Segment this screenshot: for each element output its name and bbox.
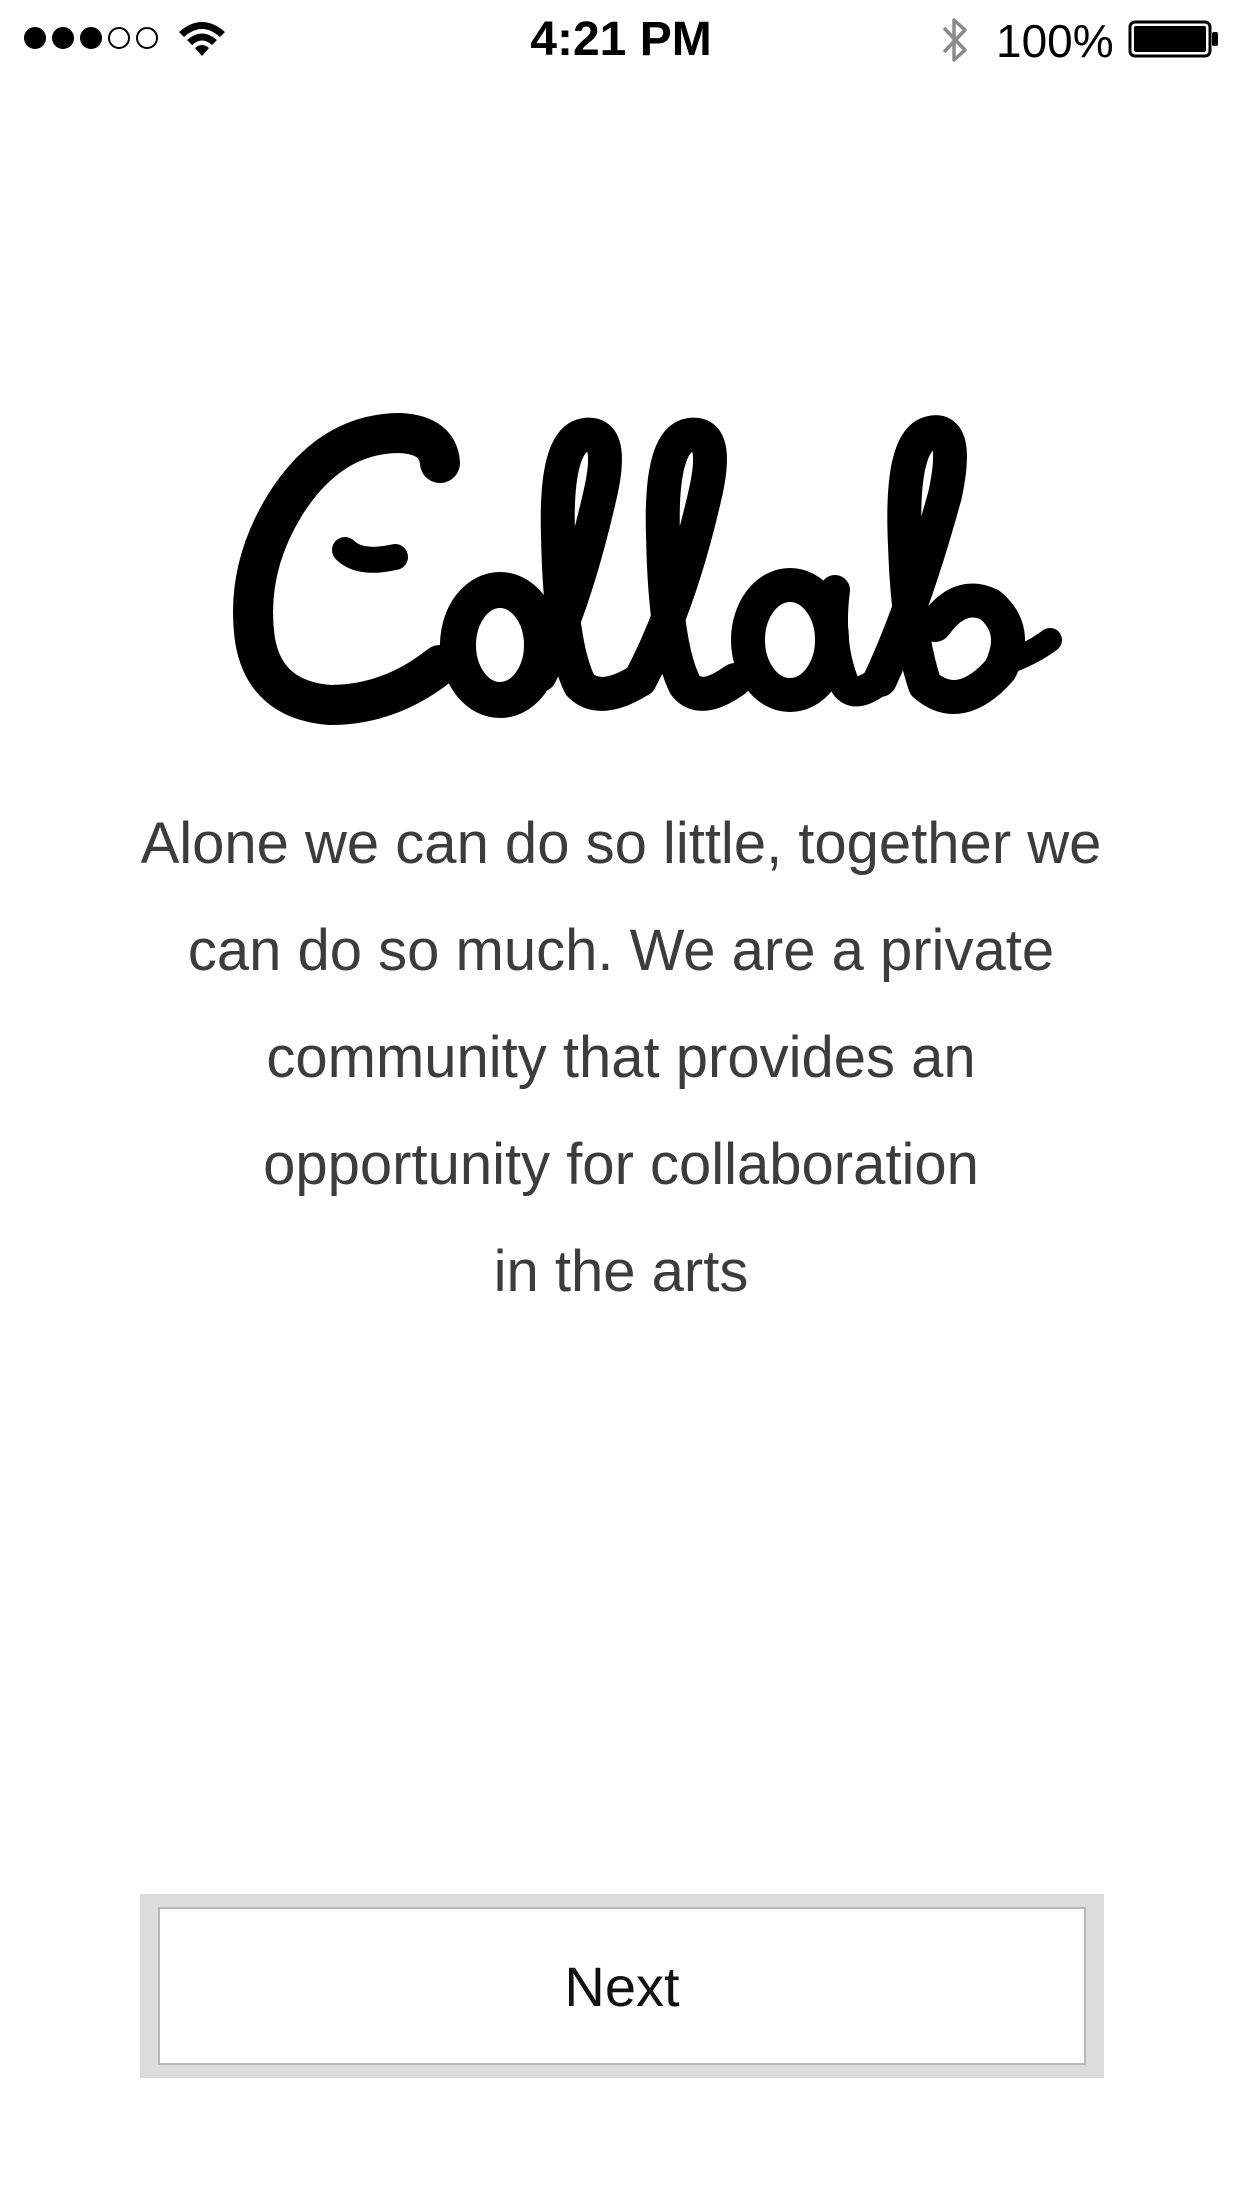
tagline-line: in the arts (493, 1239, 749, 1304)
status-bar: 4:21 PM 100% (0, 0, 1242, 80)
next-button[interactable]: Next (158, 1907, 1086, 2065)
tagline-line: opportunity for collaboration (263, 1132, 979, 1197)
next-button-frame: Next (140, 1894, 1104, 2078)
collab-logo (233, 413, 1062, 725)
tagline-line: can do so much. We are a private (187, 918, 1055, 983)
tagline-line: Alone we can do so little, together we (140, 811, 1102, 876)
battery-percentage: 100% (996, 15, 1114, 67)
tagline-line: community that provides an (266, 1025, 976, 1090)
tagline: Alone we can do so little, together we c… (90, 790, 1152, 1325)
bluetooth-icon (942, 18, 967, 62)
battery-full-icon (1128, 20, 1218, 58)
